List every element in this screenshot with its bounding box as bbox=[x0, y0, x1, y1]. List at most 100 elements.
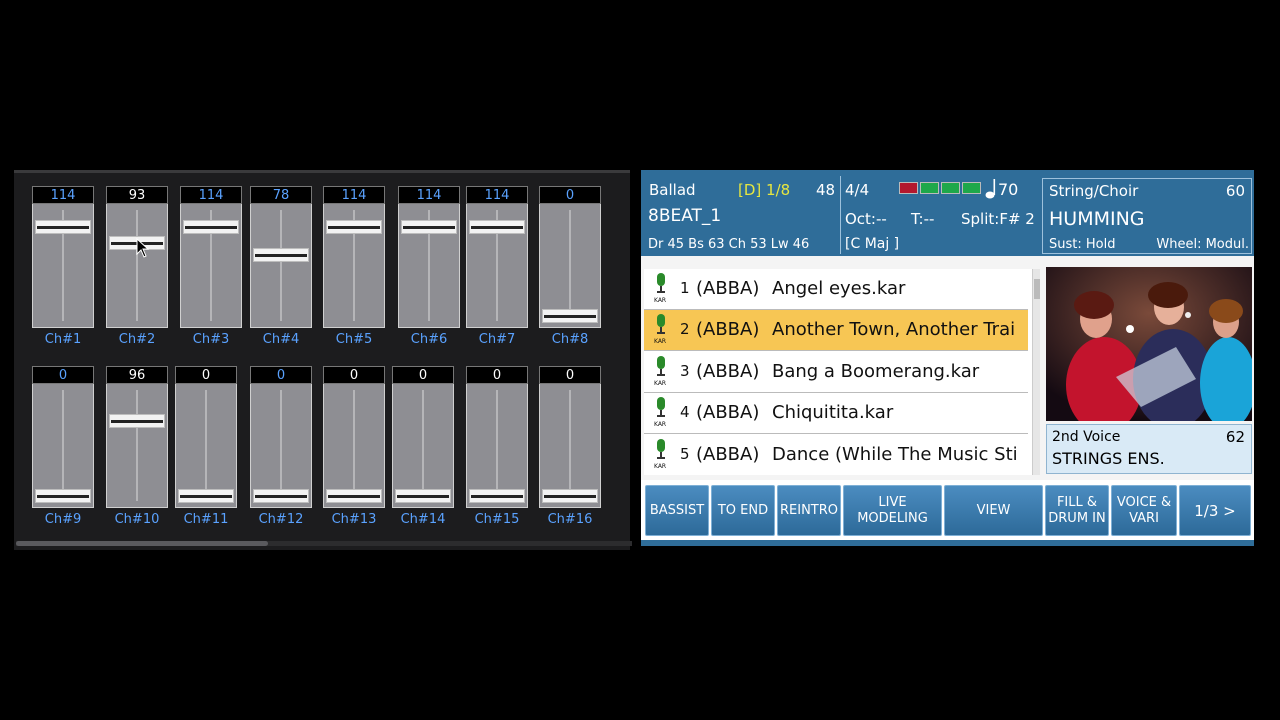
channel-strip[interactable]: 0 Ch#14 bbox=[392, 366, 454, 527]
channel-strip[interactable]: 0 Ch#9 bbox=[32, 366, 94, 527]
channel-value: 0 bbox=[539, 186, 601, 204]
channel-strip[interactable]: 114 Ch#6 bbox=[398, 186, 460, 347]
second-voice-label: 2nd Voice bbox=[1052, 429, 1121, 445]
channel-strip[interactable]: 0 Ch#15 bbox=[466, 366, 528, 527]
bassist-button[interactable]: BASSIST bbox=[645, 485, 709, 536]
fader-track[interactable] bbox=[539, 204, 601, 328]
fader-knob[interactable] bbox=[326, 220, 382, 234]
style-category[interactable]: Ballad bbox=[649, 181, 696, 199]
fader-track[interactable] bbox=[250, 204, 312, 328]
fader-knob[interactable] bbox=[469, 220, 525, 234]
song-row[interactable]: KAR 3 (ABBA) Bang a Boomerang.kar bbox=[644, 352, 1028, 393]
fader-track[interactable] bbox=[250, 384, 312, 508]
song-row[interactable]: KAR 5 (ABBA) Dance (While The Music Sti bbox=[644, 435, 1028, 475]
view-button[interactable]: VIEW bbox=[944, 485, 1043, 536]
fill-drum-in-button[interactable]: FILL & DRUM IN bbox=[1045, 485, 1109, 536]
transpose-indicator: T:-- bbox=[911, 210, 935, 228]
voice-vari-button[interactable]: VOICE & VARI bbox=[1111, 485, 1177, 536]
channel-value: 78 bbox=[250, 186, 312, 204]
channel-strip[interactable]: 96 Ch#10 bbox=[106, 366, 168, 527]
channel-strip[interactable]: 0 Ch#16 bbox=[539, 366, 601, 527]
voice-number: 60 bbox=[1225, 182, 1245, 200]
channel-strip[interactable]: 93 Ch#2 bbox=[106, 186, 168, 347]
channel-label: Ch#7 bbox=[478, 332, 516, 347]
fader-knob[interactable] bbox=[178, 489, 234, 503]
channel-strip[interactable]: 114 Ch#7 bbox=[466, 186, 528, 347]
fader-knob-line bbox=[255, 254, 307, 257]
fader-knob[interactable] bbox=[542, 309, 598, 323]
reintro-button[interactable]: REINTRO bbox=[777, 485, 841, 536]
fader-groove bbox=[569, 210, 571, 321]
chord-display: [C Maj ] bbox=[845, 236, 900, 252]
fader-knob[interactable] bbox=[109, 414, 165, 428]
fader-track[interactable] bbox=[392, 384, 454, 508]
fader-knob[interactable] bbox=[35, 489, 91, 503]
fader-track[interactable] bbox=[32, 384, 94, 508]
fader-track[interactable] bbox=[323, 204, 385, 328]
fader-knob[interactable] bbox=[395, 489, 451, 503]
song-number: 5 bbox=[680, 444, 690, 463]
channel-strip[interactable]: 0 Ch#13 bbox=[323, 366, 385, 527]
fader-track[interactable] bbox=[398, 204, 460, 328]
song-row[interactable]: KAR 1 (ABBA) Angel eyes.kar bbox=[644, 269, 1028, 310]
page-next-button[interactable]: 1/3 > bbox=[1179, 485, 1251, 536]
channel-strip[interactable]: 78 Ch#4 bbox=[250, 186, 312, 347]
channel-strip[interactable]: 0 Ch#12 bbox=[250, 366, 312, 527]
fader-knob[interactable] bbox=[183, 220, 239, 234]
song-title: Bang a Boomerang.kar bbox=[772, 360, 980, 382]
sustain-mode: Sust: Hold bbox=[1049, 237, 1116, 252]
song-artist: (ABBA) bbox=[696, 402, 760, 424]
fader-knob-line bbox=[403, 226, 455, 229]
live-modeling-button[interactable]: LIVE MODELING bbox=[843, 485, 942, 536]
fader-track[interactable] bbox=[539, 384, 601, 508]
fader-groove bbox=[280, 210, 282, 321]
fader-knob[interactable] bbox=[469, 489, 525, 503]
to-end-button[interactable]: TO END bbox=[711, 485, 775, 536]
fader-track[interactable] bbox=[175, 384, 237, 508]
song-row[interactable]: KAR 2 (ABBA) Another Town, Another Trai bbox=[644, 310, 1028, 352]
style-variation: [D] 1/8 bbox=[738, 181, 791, 199]
fader-knob[interactable] bbox=[35, 220, 91, 234]
channel-strip[interactable]: 0 Ch#8 bbox=[539, 186, 601, 347]
fader-track[interactable] bbox=[180, 204, 242, 328]
song-title: Another Town, Another Trai bbox=[772, 319, 1016, 341]
channel-strip[interactable]: 114 Ch#3 bbox=[180, 186, 242, 347]
fader-track[interactable] bbox=[106, 384, 168, 508]
fill-label-2: DRUM IN bbox=[1048, 510, 1106, 526]
channel-value: 0 bbox=[32, 366, 94, 384]
channel-label: Ch#8 bbox=[551, 332, 589, 347]
channel-strip[interactable]: 114 Ch#1 bbox=[32, 186, 94, 347]
horizontal-scrollbar[interactable] bbox=[16, 541, 632, 546]
channel-strip[interactable]: 114 Ch#5 bbox=[323, 186, 385, 347]
fader-groove bbox=[136, 210, 138, 321]
fader-track[interactable] bbox=[32, 204, 94, 328]
channel-value: 114 bbox=[323, 186, 385, 204]
scrollbar-thumb[interactable] bbox=[16, 541, 268, 546]
channel-value: 114 bbox=[180, 186, 242, 204]
fader-knob[interactable] bbox=[326, 489, 382, 503]
fader-groove bbox=[353, 390, 355, 501]
fader-knob[interactable] bbox=[253, 489, 309, 503]
fader-knob-line bbox=[328, 226, 380, 229]
song-row[interactable]: KAR 4 (ABBA) Chiquitita.kar bbox=[644, 393, 1028, 435]
fader-track[interactable] bbox=[466, 384, 528, 508]
channel-strip[interactable]: 0 Ch#11 bbox=[175, 366, 237, 527]
channel-value: 96 bbox=[106, 366, 168, 384]
second-voice-box[interactable]: 2nd Voice 62 STRINGS ENS. bbox=[1046, 424, 1252, 474]
wheel-mode: Wheel: Modul. bbox=[1156, 237, 1249, 252]
fader-knob[interactable] bbox=[542, 489, 598, 503]
scrollbar-thumb[interactable] bbox=[1034, 279, 1040, 299]
fader-knob[interactable] bbox=[253, 248, 309, 262]
tempo-value[interactable]: 70 bbox=[998, 180, 1018, 199]
style-name[interactable]: 8BEAT_1 bbox=[648, 206, 721, 226]
arranger-display: Ballad [D] 1/8 48 8BEAT_1 Dr 45 Bs 63 Ch… bbox=[641, 170, 1254, 546]
fader-knob[interactable] bbox=[401, 220, 457, 234]
song-list-scrollbar[interactable] bbox=[1032, 269, 1040, 475]
song-list: KAR 1 (ABBA) Angel eyes.kar KAR 2 (ABBA) Anothe… bbox=[644, 269, 1040, 475]
voice-box[interactable]: String/Choir 60 HUMMING Sust: Hold Wheel… bbox=[1042, 178, 1252, 254]
fader-track[interactable] bbox=[323, 384, 385, 508]
fader-track[interactable] bbox=[466, 204, 528, 328]
status-bar: Ballad [D] 1/8 48 8BEAT_1 Dr 45 Bs 63 Ch… bbox=[641, 170, 1254, 256]
channel-value: 0 bbox=[250, 366, 312, 384]
fader-track[interactable] bbox=[106, 204, 168, 328]
